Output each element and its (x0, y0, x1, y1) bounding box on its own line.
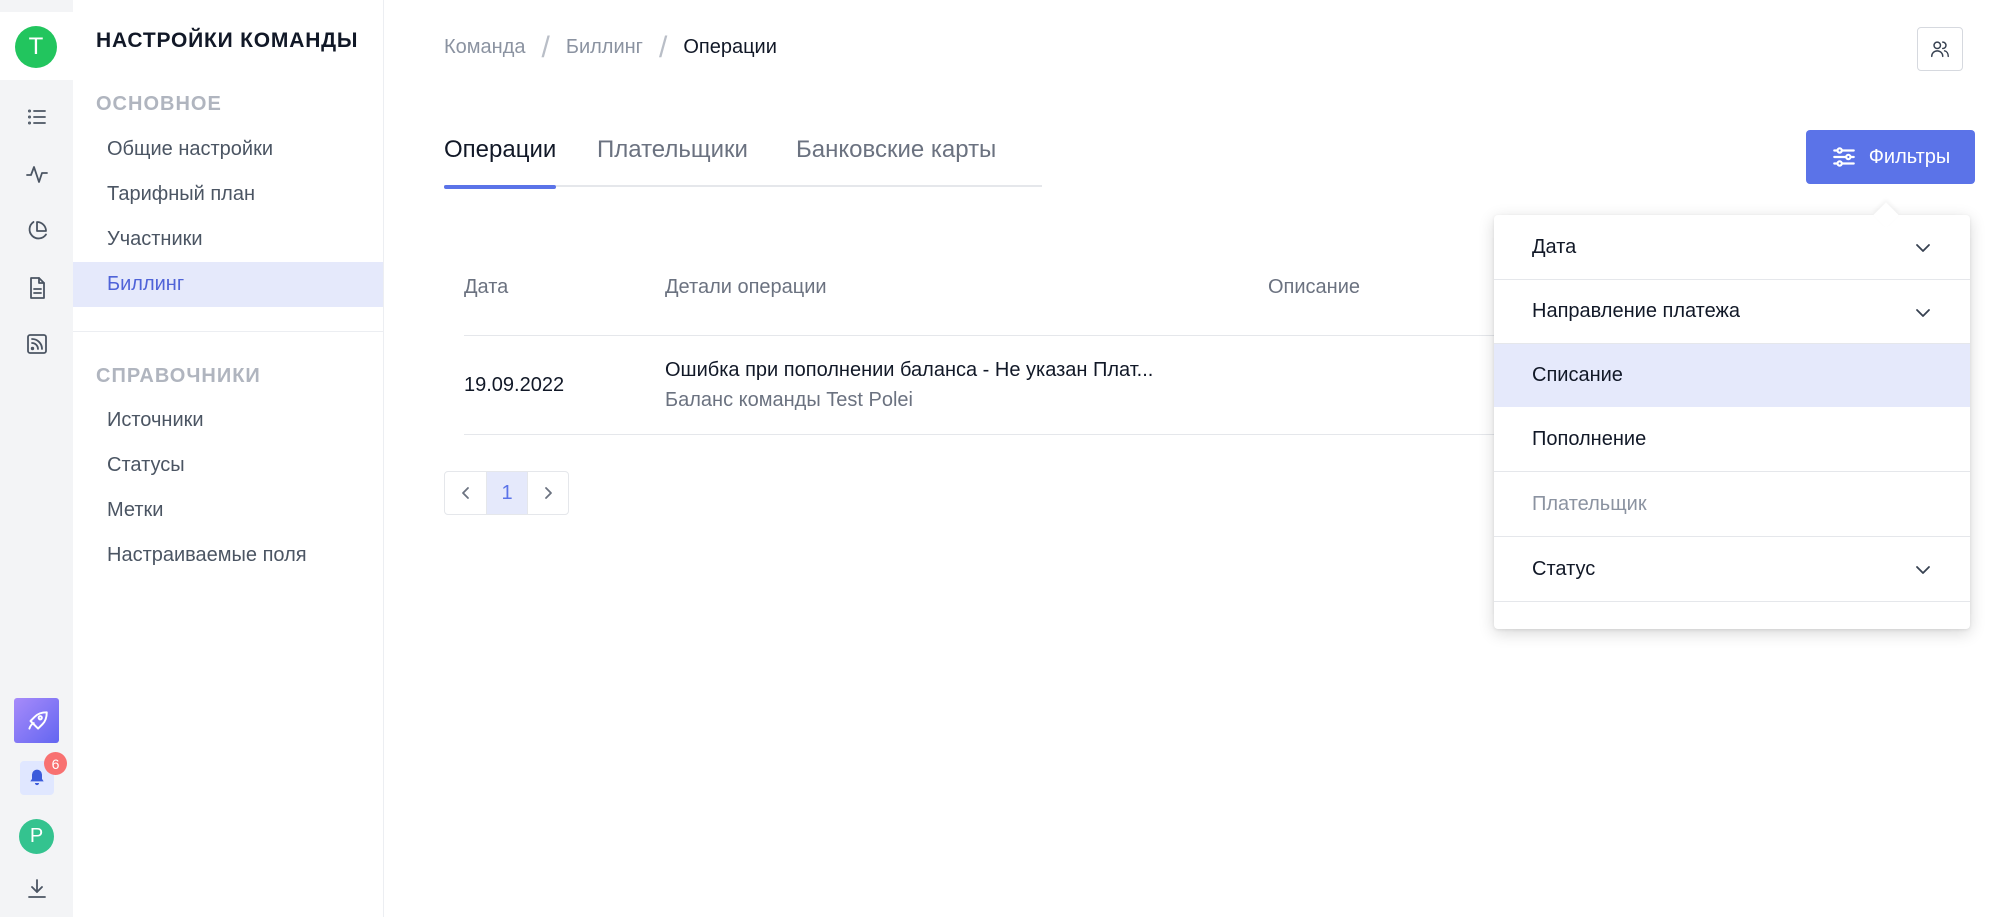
filter-date[interactable]: Дата (1494, 215, 1970, 280)
user-avatar[interactable]: P (19, 819, 54, 854)
row-details: Ошибка при пополнении баланса - Не указа… (665, 359, 1154, 381)
document-icon[interactable] (24, 275, 50, 301)
section-refs-heading: СПРАВОЧНИКИ (96, 365, 261, 387)
sliders-icon (1832, 147, 1855, 167)
settings-title: НАСТРОЙКИ КОМАНДЫ (96, 29, 359, 52)
breadcrumb-team[interactable]: Команда (444, 36, 525, 59)
chevron-down-icon (1914, 304, 1932, 322)
column-header-description[interactable]: Описание (1268, 276, 1360, 299)
settings-sidebar: НАСТРОЙКИ КОМАНДЫ ОСНОВНОЕ Общие настрой… (73, 0, 384, 917)
breadcrumb-current: Операции (683, 36, 777, 58)
prev-page-button[interactable] (445, 472, 486, 514)
chevron-left-icon (461, 487, 469, 499)
users-icon (1931, 41, 1949, 58)
column-header-date[interactable]: Дата (464, 276, 508, 299)
column-header-details[interactable]: Детали операции (665, 276, 827, 299)
breadcrumb-separator: / (541, 30, 550, 64)
sidebar-item-custom-fields[interactable]: Настраиваемые поля (73, 533, 383, 578)
tab-operations[interactable]: Операции (444, 136, 557, 189)
filter-payer[interactable]: Плательщик (1494, 472, 1970, 537)
table-row-divider (464, 434, 1504, 435)
sidebar-item-sources[interactable]: Источники (73, 398, 383, 443)
team-avatar[interactable]: T (15, 26, 57, 68)
filter-status[interactable]: Статус (1494, 537, 1970, 602)
list-icon[interactable] (24, 104, 50, 130)
download-icon[interactable] (24, 876, 50, 902)
table-header-divider (464, 335, 1504, 336)
chevron-down-icon (1914, 561, 1932, 579)
row-date: 19.09.2022 (464, 374, 565, 396)
app-rail: T 6 P (0, 0, 73, 917)
filter-direction-label: Направление платежа (1532, 300, 1741, 322)
row-details-sub: Баланс команды Test Polei (665, 389, 913, 411)
sidebar-item-statuses[interactable]: Статусы (73, 443, 383, 488)
filter-direction[interactable]: Направление платежа (1494, 280, 1970, 344)
tab-bank-cards[interactable]: Банковские карты (796, 136, 996, 186)
filter-status-label: Статус (1532, 557, 1596, 580)
pagination: 1 (444, 471, 569, 515)
team-members-button[interactable] (1917, 27, 1963, 71)
activity-icon[interactable] (24, 161, 50, 187)
chevron-down-icon (1914, 239, 1932, 257)
chevron-right-icon (545, 487, 552, 499)
sidebar-item-billing[interactable]: Биллинг (73, 262, 383, 307)
breadcrumb-separator: / (658, 30, 668, 64)
rocket-icon[interactable] (14, 698, 59, 743)
breadcrumb: Команда / Биллинг / Операции (444, 30, 777, 64)
filters-button-label: Фильтры (1868, 145, 1951, 168)
rss-icon[interactable] (24, 331, 50, 357)
sidebar-item-tags[interactable]: Метки (73, 488, 383, 533)
sidebar-item-tariff[interactable]: Тарифный план (73, 172, 383, 217)
sidebar-divider (73, 331, 383, 332)
filter-date-label: Дата (1532, 235, 1577, 258)
next-page-button[interactable] (527, 472, 568, 514)
sidebar-item-general[interactable]: Общие настройки (73, 127, 383, 172)
notifications-badge: 6 (44, 752, 67, 775)
filters-button[interactable]: Фильтры (1806, 130, 1975, 184)
tab-payers[interactable]: Плательщики (597, 136, 748, 186)
sidebar-item-members[interactable]: Участники (73, 217, 383, 262)
pie-chart-icon[interactable] (24, 218, 50, 244)
page-button-current[interactable]: 1 (486, 472, 527, 514)
filter-option-credit[interactable]: Пополнение (1494, 407, 1970, 472)
billing-tabs: Операции Плательщики Банковские карты (444, 136, 1042, 189)
filters-dropdown: Дата Направление платежа Списание Пополн… (1494, 215, 1970, 629)
filter-option-debit[interactable]: Списание (1494, 344, 1970, 407)
breadcrumb-billing[interactable]: Биллинг (566, 36, 643, 59)
section-main-heading: ОСНОВНОЕ (96, 93, 222, 115)
